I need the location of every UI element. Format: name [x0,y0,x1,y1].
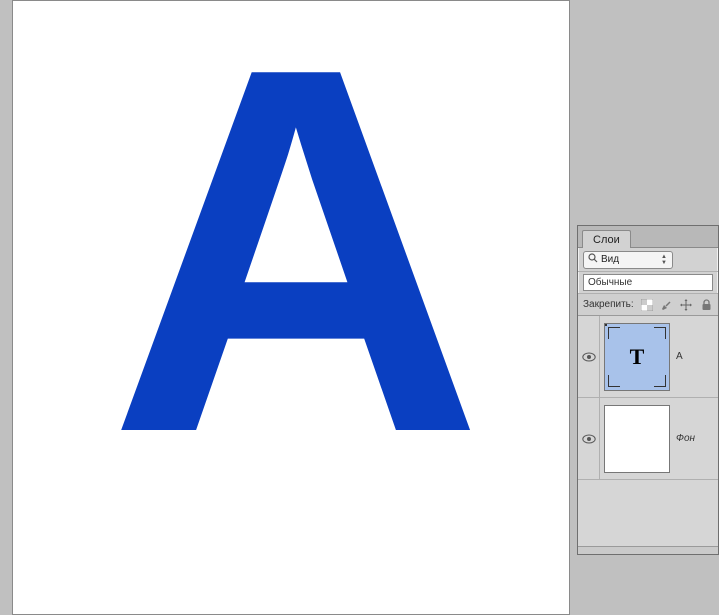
text-layer-icon: T [630,344,645,370]
lock-row: Закрепить: [578,294,718,316]
lock-all-icon[interactable] [699,298,713,312]
layer-content[interactable]: T A [600,316,718,397]
blend-mode-row: Обычные [578,272,718,294]
tab-layers[interactable]: Слои [582,230,631,248]
layer-thumbnail[interactable] [604,405,670,473]
blend-mode-select[interactable]: Обычные [583,274,713,291]
layer-name-label[interactable]: Фон [676,433,695,444]
search-icon [588,253,598,266]
eye-icon [582,352,596,362]
panel-tab-bar: Слои [578,226,718,248]
layers-panel: Слои Вид ▲▼ Обычные Закрепить: [577,225,719,555]
filter-kind-select[interactable]: Вид ▲▼ [583,251,673,269]
eye-icon [582,434,596,444]
lock-brush-icon[interactable] [660,298,674,312]
lock-transparency-icon[interactable] [640,298,654,312]
lock-label: Закрепить: [583,299,634,310]
layer-content[interactable]: Фон [600,398,718,479]
lock-position-icon[interactable] [679,298,693,312]
visibility-toggle[interactable] [578,398,600,479]
layer-name-label[interactable]: A [676,351,683,362]
text-layer-content[interactable]: А [108,0,474,511]
layer-row-background[interactable]: Фон [578,398,718,480]
canvas-workspace: А [12,0,570,615]
layer-thumbnail[interactable]: T [604,323,670,391]
layer-row-text[interactable]: T A [578,316,718,398]
document-canvas[interactable]: А [12,0,570,615]
visibility-toggle[interactable] [578,316,600,397]
panel-footer [578,546,718,554]
layer-filter-row: Вид ▲▼ [578,248,718,272]
layer-list: T A Фон [578,316,718,546]
stepper-icon[interactable]: ▲▼ [658,252,670,268]
blend-mode-value: Обычные [588,277,632,288]
filter-kind-label: Вид [601,254,619,265]
